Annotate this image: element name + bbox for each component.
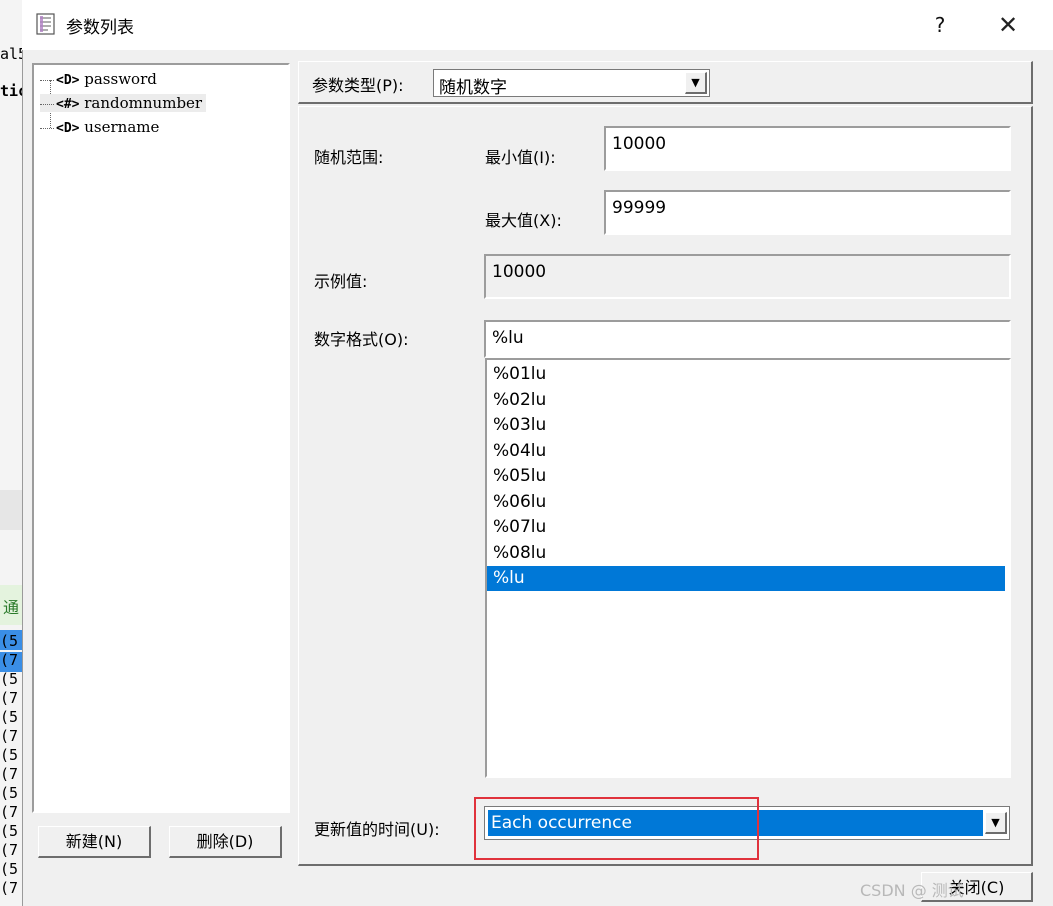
min-value-label: 最小值(I): [485, 148, 556, 167]
min-value-field[interactable]: 10000 [604, 126, 1011, 171]
max-value-label: 最大值(X): [485, 211, 562, 230]
background-code-line: (7 [0, 689, 19, 707]
background-code-line: (5 [0, 708, 19, 726]
background-code-line: (7 [0, 803, 19, 821]
tree-item-password[interactable]: <D> password [40, 70, 157, 88]
chevron-down-icon[interactable]: ▼ [685, 72, 707, 94]
background-code-line: tic [0, 82, 22, 100]
help-button[interactable]: ? [925, 10, 955, 40]
tree-item-label: password [84, 70, 157, 88]
random-range-label: 随机范围: [314, 148, 384, 167]
update-time-label: 更新值的时间(U): [314, 820, 440, 839]
background-code-line: al5 [0, 45, 22, 63]
tree-connector [40, 127, 54, 129]
background-code-line: (5 [0, 784, 19, 802]
background-code-line: (5 [0, 746, 19, 764]
number-format-option[interactable]: %07lu [487, 515, 1005, 540]
tree-item-label: randomnumber [84, 94, 203, 112]
background-code-line: (5 [0, 670, 19, 688]
background-code-line: (5 [0, 860, 19, 878]
document-list-icon [36, 13, 55, 35]
parameter-tree[interactable] [32, 63, 290, 813]
highlight-annotation [474, 797, 759, 860]
dialog-title: 参数列表 [66, 18, 134, 38]
text-parameter-icon: <D> [56, 121, 80, 136]
number-format-option[interactable]: %01lu [487, 362, 1005, 387]
sample-value-field: 10000 [484, 254, 1011, 299]
background-code-line: (5 [0, 822, 19, 840]
number-format-option[interactable]: %06lu [487, 490, 1005, 515]
tree-connector [40, 79, 54, 81]
number-format-label: 数字格式(O): [314, 330, 409, 349]
text-parameter-icon: <D> [56, 73, 80, 88]
background-code-line: (7 [0, 879, 19, 897]
number-parameter-icon: <#> [56, 97, 80, 112]
title-bar [22, 0, 1053, 50]
number-format-option[interactable]: %02lu [487, 388, 1005, 413]
number-format-option[interactable]: %03lu [487, 413, 1005, 438]
tree-item-label: username [84, 118, 160, 136]
chevron-down-icon[interactable]: ▼ [985, 812, 1007, 834]
number-format-option[interactable]: %05lu [487, 464, 1005, 489]
number-format-option[interactable]: %08lu [487, 541, 1005, 566]
background-code-line: (7 [0, 765, 19, 783]
tree-connector [40, 103, 54, 105]
background-code-line: (7 [0, 841, 19, 859]
background-tab-label: 通 [3, 598, 20, 617]
number-format-option[interactable]: %04lu [487, 439, 1005, 464]
background-panel [0, 490, 22, 530]
watermark: CSDN @ 测试 [860, 881, 964, 900]
new-parameter-button[interactable]: 新建(N) [38, 826, 151, 858]
parameter-type-label: 参数类型(P): [312, 76, 404, 95]
background-tab: 通 [0, 585, 22, 625]
parameter-type-select[interactable]: 随机数字 ▼ [433, 69, 710, 98]
delete-parameter-button[interactable]: 删除(D) [169, 826, 282, 858]
sample-value-label: 示例值: [314, 272, 368, 291]
background-code-line: (5 [0, 632, 19, 650]
close-window-button[interactable]: ✕ [992, 10, 1024, 42]
parameter-type-value: 随机数字 [439, 78, 507, 98]
number-format-field[interactable]: %lu [484, 320, 1011, 358]
max-value-field[interactable]: 99999 [604, 190, 1011, 235]
tree-item-username[interactable]: <D> username [40, 118, 159, 136]
number-format-option[interactable]: %lu [487, 566, 1005, 591]
background-code-line: (7 [0, 727, 19, 745]
background-code-line: (7 [0, 651, 19, 669]
background-app: al5 tic 通 (5(7(5(7(5(7(5(7(5(7(5(7(5(7 [0, 0, 22, 906]
tree-item-randomnumber[interactable]: <#> randomnumber [40, 94, 207, 112]
